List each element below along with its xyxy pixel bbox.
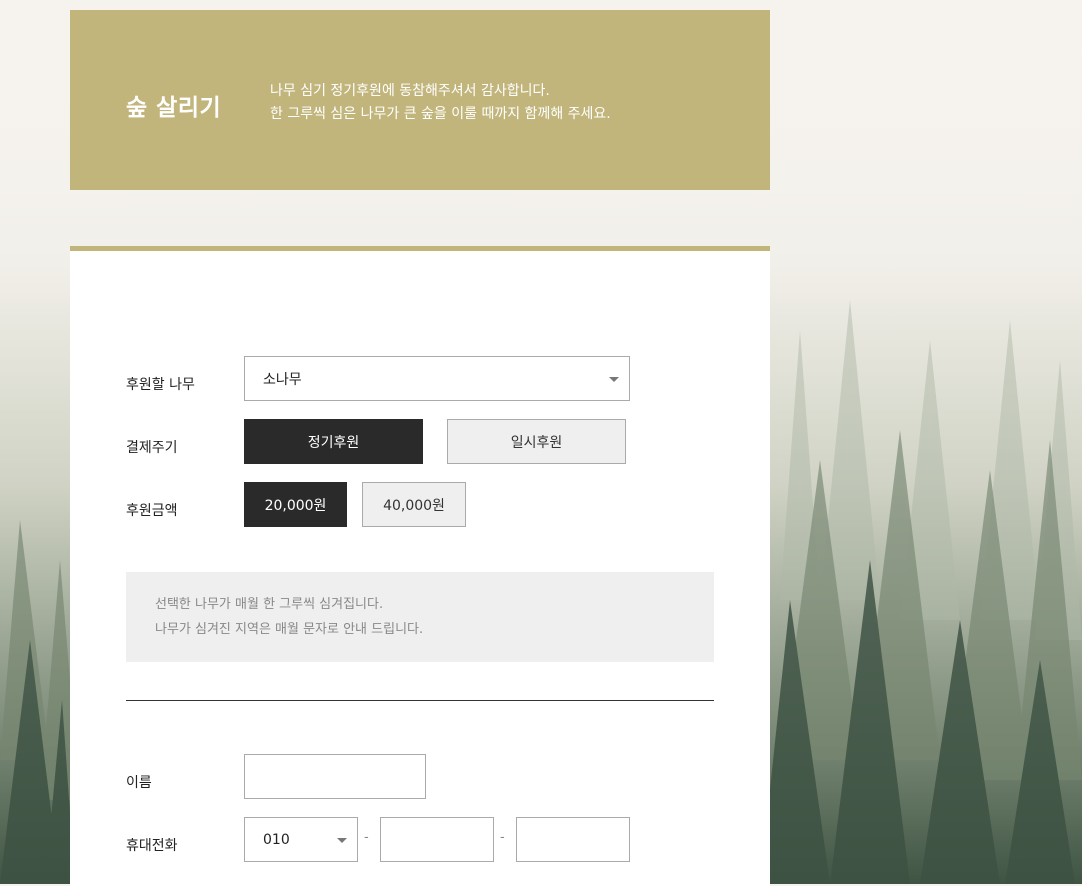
chevron-down-icon — [609, 376, 619, 382]
tree-select-value: 소나무 — [263, 371, 302, 388]
amount-label: 후원금액 — [126, 503, 178, 519]
notice-line: 선택한 나무가 매월 한 그루씩 심겨집니다. — [155, 597, 384, 612]
hero-description: 나무 심기 정기후원에 동참해주셔서 감사합니다. 한 그루씩 심은 나무가 큰… — [270, 80, 611, 126]
phone-prefix-value: 010 — [263, 831, 290, 848]
notice-line: 나무가 심겨진 지역은 매월 문자로 안내 드립니다. — [155, 622, 424, 637]
hero-banner: 숲 살리기 나무 심기 정기후원에 동참해주셔서 감사합니다. 한 그루씩 심은… — [70, 10, 770, 190]
notice-box: 선택한 나무가 매월 한 그루씩 심겨집니다. 나무가 심겨진 지역은 매월 문… — [126, 572, 714, 662]
phone-separator: - — [500, 830, 505, 845]
regular-donation-button[interactable]: 정기후원 — [244, 419, 423, 464]
donation-form: 후원할 나무 소나무 결제주기 정기후원 일시후원 후원금액 20,000원 4… — [70, 246, 770, 886]
phone-middle-input[interactable] — [380, 817, 494, 862]
name-label: 이름 — [126, 775, 152, 791]
section-divider — [126, 700, 714, 701]
phone-prefix-select[interactable]: 010 — [244, 817, 358, 862]
cycle-label: 결제주기 — [126, 440, 178, 456]
tree-label: 후원할 나무 — [126, 377, 195, 393]
phone-separator: - — [364, 830, 369, 845]
phone-last-input[interactable] — [516, 817, 630, 862]
page-title: 숲 살리기 — [126, 95, 222, 121]
tree-select[interactable]: 소나무 — [244, 356, 630, 401]
hero-description-line: 한 그루씩 심은 나무가 큰 숲을 이룰 때까지 함께해 주세요. — [270, 106, 611, 122]
amount-20000-button[interactable]: 20,000원 — [244, 482, 347, 527]
name-input[interactable] — [244, 754, 426, 799]
chevron-down-icon — [337, 837, 347, 843]
amount-40000-button[interactable]: 40,000원 — [362, 482, 466, 527]
hero-description-line: 나무 심기 정기후원에 동참해주셔서 감사합니다. — [270, 83, 550, 99]
one-time-donation-button[interactable]: 일시후원 — [447, 419, 626, 464]
phone-label: 휴대전화 — [126, 838, 178, 854]
